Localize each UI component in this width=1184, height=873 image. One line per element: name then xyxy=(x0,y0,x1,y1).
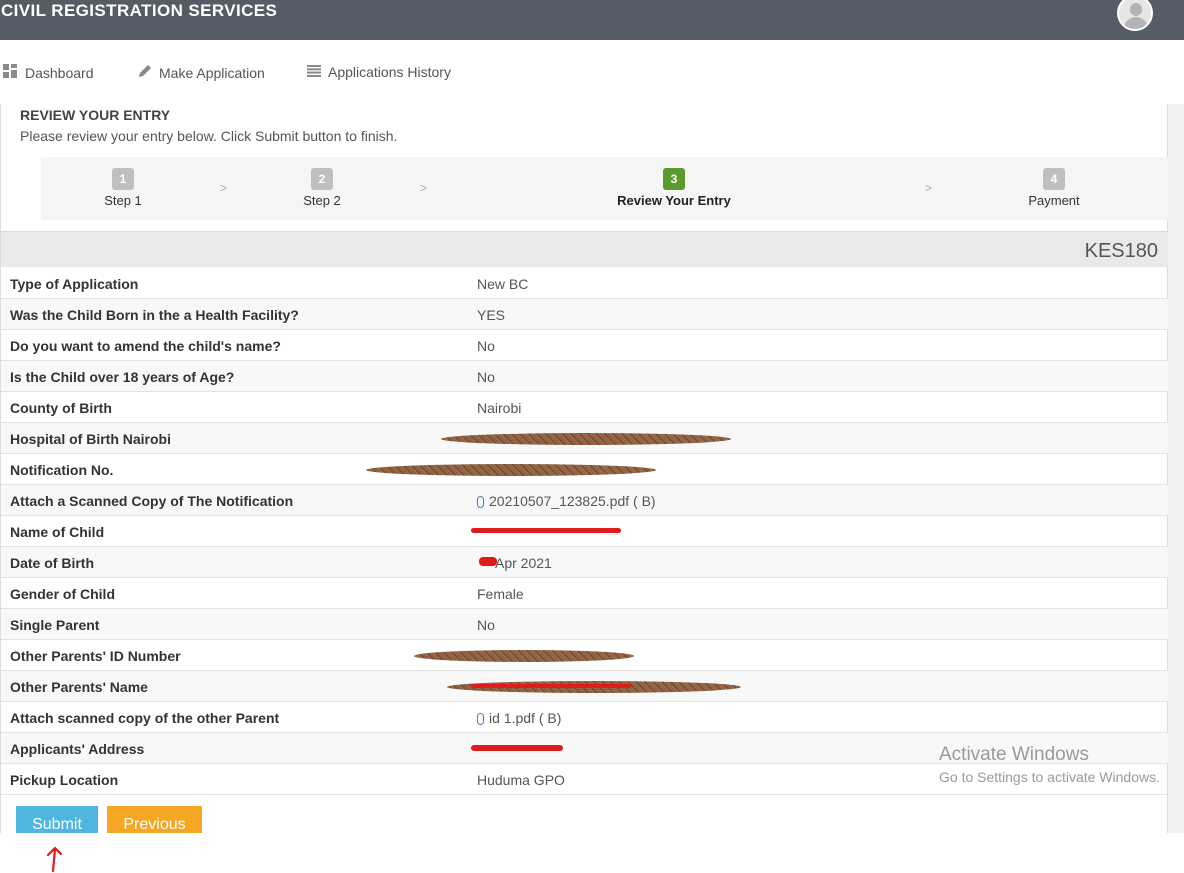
review-title: REVIEW YOUR ENTRY xyxy=(20,107,171,123)
avatar-head-shape xyxy=(1130,3,1142,16)
step-label: Review Your Entry xyxy=(617,193,731,208)
entry-value: New BC xyxy=(477,276,529,292)
entry-label: Other Parents' ID Number xyxy=(10,648,181,664)
entry-label: Name of Child xyxy=(10,524,105,540)
step-number: 2 xyxy=(311,168,333,190)
redaction-mark xyxy=(414,650,634,662)
reference-bar: KES180 xyxy=(1,231,1168,267)
entry-row: Was the Child Born in the a Health Facil… xyxy=(1,299,1168,330)
entry-label: Date of Birth xyxy=(10,555,94,571)
entry-label: Was the Child Born in the a Health Facil… xyxy=(10,307,299,323)
step-label: Step 1 xyxy=(104,193,142,208)
red-arrow-annotation-icon xyxy=(46,846,63,873)
nav-make-application[interactable]: Make Application xyxy=(138,64,265,81)
step-separator: > xyxy=(925,181,933,195)
step-1: 1 Step 1 xyxy=(98,168,148,208)
step-separator: > xyxy=(220,181,228,195)
nav-make-application-label: Make Application xyxy=(159,64,265,81)
entry-row: Single Parent No xyxy=(1,609,1168,640)
entry-label: Attach scanned copy of the other Parent xyxy=(10,710,280,726)
entry-value: No xyxy=(477,338,495,354)
windows-activation-title: Activate Windows xyxy=(939,744,1089,765)
main-nav: Dashboard Make Application Applications … xyxy=(0,40,1184,105)
step-3-active: 3 Review Your Entry xyxy=(609,168,739,208)
redaction-scribble xyxy=(471,745,563,751)
entry-label: Single Parent xyxy=(10,617,100,633)
entry-row: Do you want to amend the child's name? N… xyxy=(1,330,1168,361)
entry-row: Notification No. xyxy=(1,454,1168,485)
paperclip-icon xyxy=(477,713,484,725)
entry-value: id 1.pdf ( B) xyxy=(477,710,561,726)
nav-dashboard[interactable]: Dashboard xyxy=(3,64,94,81)
entry-label: Pickup Location xyxy=(10,772,119,788)
entry-row: Name of Child xyxy=(1,516,1168,547)
submit-button[interactable]: Submit xyxy=(16,806,98,836)
entry-label: County of Birth xyxy=(10,400,112,416)
entry-value: Nairobi xyxy=(477,400,522,416)
dashboard-icon xyxy=(3,64,18,81)
nav-dashboard-label: Dashboard xyxy=(25,64,94,81)
step-number: 4 xyxy=(1043,168,1065,190)
entry-value: No xyxy=(477,617,495,633)
entry-value: Female xyxy=(477,586,524,602)
redaction-scribble xyxy=(479,557,497,566)
notification-attachment-link[interactable]: 20210507_123825.pdf ( B) xyxy=(489,493,656,509)
entry-label: Hospital of Birth Nairobi xyxy=(10,431,171,447)
step-separator: > xyxy=(420,181,428,195)
wizard-steps xyxy=(41,157,1168,220)
page-scrollbar[interactable] xyxy=(1168,104,1184,833)
entry-row: Date of Birth Apr 2021 xyxy=(1,547,1168,578)
previous-button[interactable]: Previous xyxy=(107,806,202,836)
entry-label: Applicants' Address xyxy=(10,741,145,757)
entry-row: Attach scanned copy of the other Parent … xyxy=(1,702,1168,733)
entry-row: Is the Child over 18 years of Age? No xyxy=(1,361,1168,392)
entry-label: Attach a Scanned Copy of The Notificatio… xyxy=(10,493,294,509)
entry-row: Gender of Child Female xyxy=(1,578,1168,609)
review-subtitle: Please review your entry below. Click Su… xyxy=(20,128,398,144)
nav-applications-history-label: Applications History xyxy=(328,64,451,80)
top-bar: CIVIL REGISTRATION SERVICES xyxy=(0,0,1184,40)
entry-value: 20210507_123825.pdf ( B) xyxy=(477,493,656,509)
parent-id-attachment-link[interactable]: id 1.pdf ( B) xyxy=(489,710,561,726)
step-number: 1 xyxy=(112,168,134,190)
entry-value: No xyxy=(477,369,495,385)
redaction-scribble xyxy=(471,528,621,533)
nav-applications-history[interactable]: Applications History xyxy=(307,64,451,80)
app-title: CIVIL REGISTRATION SERVICES xyxy=(1,1,278,20)
step-4: 4 Payment xyxy=(1024,168,1084,208)
entry-row: Other Parents' ID Number xyxy=(1,640,1168,671)
entry-row: Other Parents' Name xyxy=(1,671,1168,702)
entry-row: Attach a Scanned Copy of The Notificatio… xyxy=(1,485,1168,516)
entry-value: Huduma GPO xyxy=(477,772,565,788)
entry-label: Notification No. xyxy=(10,462,114,478)
windows-activation-hint: Go to Settings to activate Windows. xyxy=(939,769,1160,785)
entry-value: Apr 2021 xyxy=(495,555,552,571)
entry-row: Hospital of Birth Nairobi xyxy=(1,423,1168,454)
entry-label: Type of Application xyxy=(10,276,139,292)
list-icon xyxy=(307,64,321,80)
avatar-body-shape xyxy=(1124,17,1148,29)
entry-label: Do you want to amend the child's name? xyxy=(10,338,281,354)
step-2: 2 Step 2 xyxy=(297,168,347,208)
paperclip-icon xyxy=(477,496,484,508)
application-reference: KES180 xyxy=(1084,240,1158,262)
redaction-scribble xyxy=(471,684,631,688)
page-bottom-area xyxy=(0,833,1184,872)
entry-label: Gender of Child xyxy=(10,586,115,602)
entry-row: County of Birth Nairobi xyxy=(1,392,1168,423)
step-label: Step 2 xyxy=(303,193,341,208)
pencil-icon xyxy=(138,64,152,81)
user-avatar[interactable] xyxy=(1117,0,1153,31)
step-number: 3 xyxy=(663,168,685,190)
entry-label: Is the Child over 18 years of Age? xyxy=(10,369,235,385)
step-label: Payment xyxy=(1028,193,1080,208)
entry-row: Type of Application New BC xyxy=(1,268,1168,299)
entry-label: Other Parents' Name xyxy=(10,679,148,695)
entry-value: YES xyxy=(477,307,506,323)
redaction-mark xyxy=(366,464,656,476)
redaction-mark xyxy=(441,433,731,445)
